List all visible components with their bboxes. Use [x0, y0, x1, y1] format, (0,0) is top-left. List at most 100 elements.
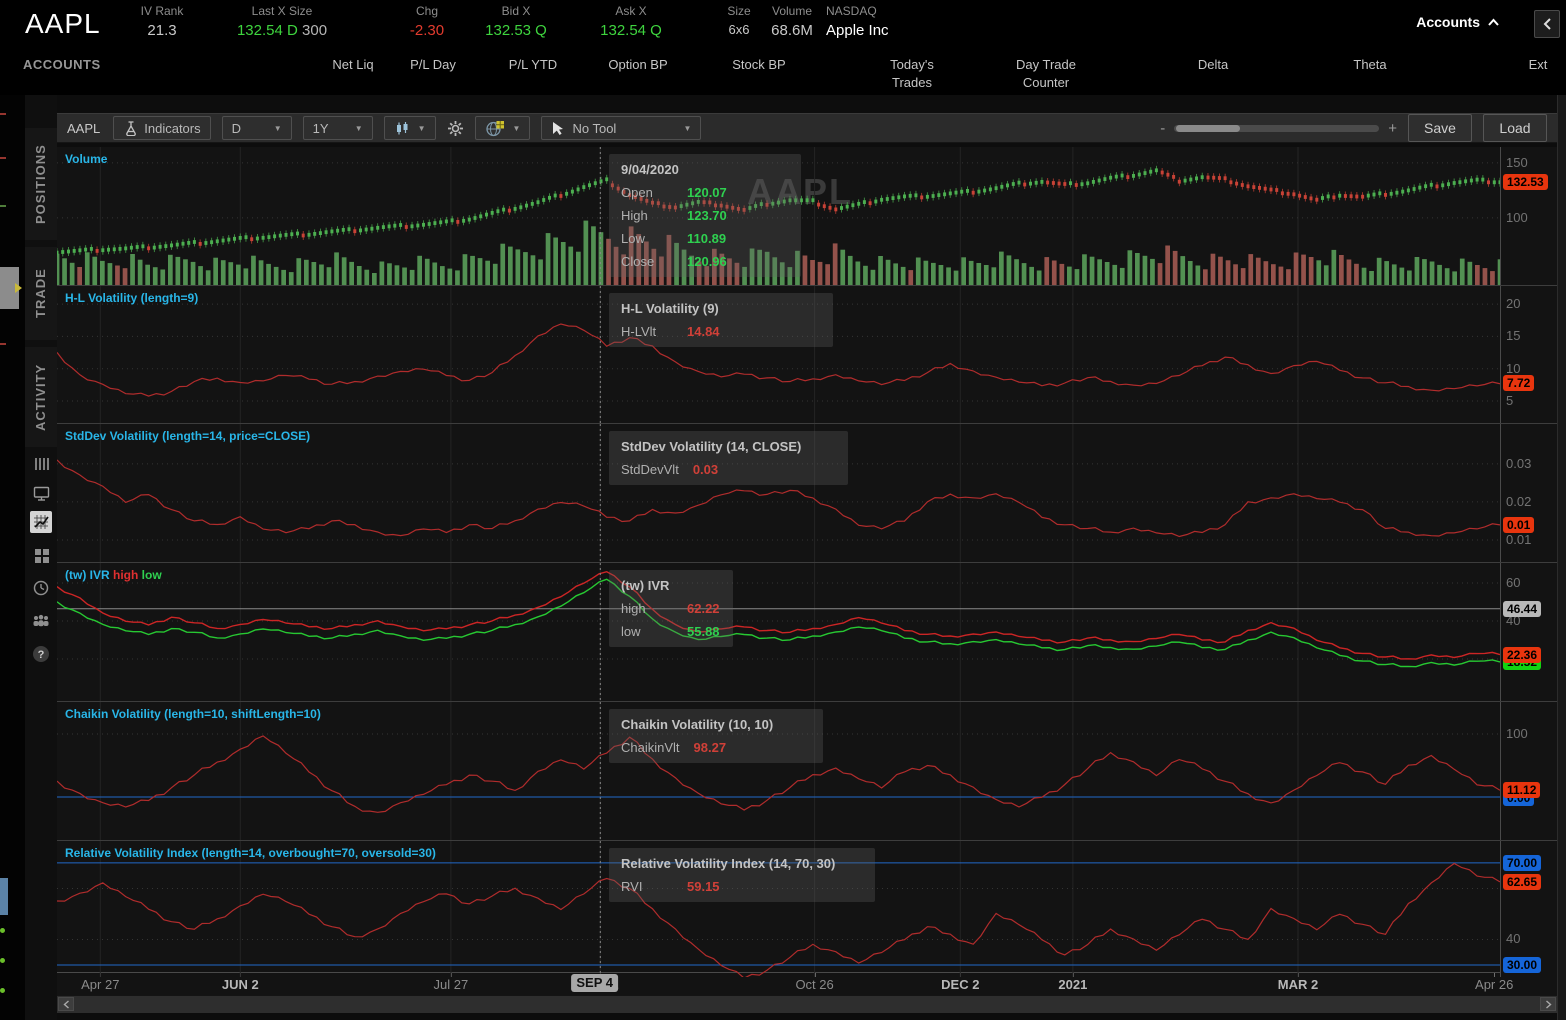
indicator-label-ivr[interactable]: (tw) IVR high low	[65, 568, 162, 582]
cursor-icon	[551, 121, 564, 136]
column-net-liq: Net Liq	[332, 56, 373, 74]
size-cell: Size 6x6	[727, 4, 750, 37]
chevron-down-icon: ▼	[355, 124, 363, 133]
time-label: 2021	[1058, 977, 1087, 992]
background-blue-block	[0, 878, 8, 915]
panel-ivr[interactable]: (tw) IVR high low(tw) IVRhigh62.22low55.…	[57, 563, 1557, 702]
indicator-label-stddev-volatility[interactable]: StdDev Volatility (length=14, price=CLOS…	[65, 429, 310, 443]
price-axis-chaikin-volatility[interactable]: 1000.0011.12	[1500, 702, 1557, 840]
vertical-scrollbar-strip[interactable]	[1557, 95, 1566, 1020]
panel-volume[interactable]: AAPLVolume9/04/2020Open120.07High123.70L…	[57, 147, 1557, 286]
chart-toolbar: AAPL Indicators D▼ 1Y▼ ▼ ▼	[57, 113, 1557, 143]
history-clock-icon[interactable]	[30, 577, 52, 599]
help-icon[interactable]: ?	[30, 643, 52, 665]
gear-icon	[447, 120, 464, 137]
scroll-left-button[interactable]	[58, 997, 74, 1011]
column-todays-trades: Today's Trades	[879, 56, 945, 91]
indicator-label-volume[interactable]: Volume	[65, 152, 107, 166]
save-button[interactable]: Save	[1408, 114, 1472, 142]
panel-chaikin-volatility[interactable]: Chaikin Volatility (length=10, shiftLeng…	[57, 702, 1557, 841]
axis-tick: 60	[1506, 575, 1520, 590]
period-dropdown[interactable]: D▼	[222, 116, 292, 140]
panel-rvi[interactable]: Relative Volatility Index (length=14, ov…	[57, 841, 1557, 978]
accounts-section-label: ACCOUNTS	[23, 56, 101, 74]
crosshair-tooltip-hl-volatility: H-L Volatility (9)H-LVlt14.84	[609, 293, 833, 347]
load-button[interactable]: Load	[1483, 114, 1547, 142]
ask-cell: Ask X 132.54 Q	[600, 4, 662, 39]
column-day-trade-counter: Day Trade Counter	[1004, 56, 1088, 91]
crosshair-date-badge: SEP 4	[571, 974, 618, 992]
chart-type-dropdown[interactable]: ▼	[384, 116, 436, 140]
axis-value-badge: 46.44	[1503, 601, 1541, 617]
column-stock-bp: Stock BP	[732, 56, 785, 74]
axis-tick: 20	[1506, 296, 1520, 311]
price-axis-stddev-volatility[interactable]: 0.030.020.010.01	[1500, 424, 1557, 562]
indicators-button[interactable]: Indicators	[113, 116, 210, 140]
symbol-title: AAPL	[25, 8, 101, 40]
axis-value-badge: 132.53	[1503, 174, 1548, 190]
chevron-left-icon	[1542, 17, 1552, 31]
zoom-out-button[interactable]: -	[1160, 120, 1165, 137]
indicator-label-rvi[interactable]: Relative Volatility Index (length=14, ov…	[65, 846, 436, 860]
tab-positions[interactable]: POSITIONS	[25, 128, 57, 240]
panel-hl-volatility[interactable]: H-L Volatility (length=9) H-L Volatility …	[57, 286, 1557, 424]
community-people-icon[interactable]	[30, 610, 52, 632]
accounts-menu-button[interactable]: Accounts	[1416, 14, 1500, 30]
panels: AAPLVolume9/04/2020Open120.07High123.70L…	[57, 147, 1557, 978]
chevron-down-icon: ▼	[513, 124, 521, 133]
zoom-in-button[interactable]: +	[1388, 120, 1397, 137]
price-axis-hl-volatility[interactable]: 20151057.72	[1500, 286, 1557, 423]
time-label: MAR 2	[1278, 977, 1318, 992]
axis-value-badge: 70.00	[1503, 855, 1541, 871]
chevron-up-icon	[1487, 18, 1500, 27]
watchlist-icon[interactable]	[30, 453, 52, 475]
axis-tick: 0.02	[1506, 494, 1531, 509]
scroll-right-button[interactable]	[1540, 997, 1556, 1011]
quote-header: AAPL IV Rank 21.3 Last X Size 132.54 D 3…	[0, 0, 1566, 95]
tab-trade[interactable]: TRADE	[25, 247, 57, 340]
arrow-left-icon	[63, 1000, 70, 1009]
indicator-label-chaikin-volatility[interactable]: Chaikin Volatility (length=10, shiftLeng…	[65, 707, 321, 721]
grid-layout-icon[interactable]	[30, 544, 52, 566]
indicator-label-hl-volatility[interactable]: H-L Volatility (length=9)	[65, 291, 198, 305]
price-axis-volume[interactable]: 150100132.53	[1500, 147, 1557, 285]
grid-layout-dropdown[interactable]: ▼	[475, 116, 531, 140]
tab-activity[interactable]: ACTIVITY	[25, 347, 57, 447]
price-axis-rvi[interactable]: 4070.0062.6530.00	[1500, 841, 1557, 977]
axis-tick: 0.01	[1506, 532, 1531, 547]
panel-stddev-volatility[interactable]: StdDev Volatility (length=14, price=CLOS…	[57, 424, 1557, 563]
collapse-panel-button[interactable]	[1534, 10, 1560, 38]
flask-icon	[123, 120, 138, 136]
volume-cell: Volume 68.6M	[771, 4, 813, 39]
globe-grid-icon	[485, 120, 505, 137]
axis-tick: 10	[1506, 361, 1520, 376]
axis-value-badge: 22.36	[1503, 647, 1541, 663]
axis-value-badge: 0.01	[1503, 517, 1534, 533]
bid-cell: Bid X 132.53 Q	[485, 4, 547, 39]
axis-value-badge: 11.12	[1503, 782, 1540, 798]
crosshair-tooltip-chaikin-volatility: Chaikin Volatility (10, 10)ChaikinVlt98.…	[609, 709, 823, 763]
time-label: JUN 2	[222, 977, 259, 992]
time-label: Apr 27	[81, 977, 119, 992]
column-pl-day: P/L Day	[410, 56, 456, 74]
axis-tick: 5	[1506, 393, 1513, 408]
horizontal-scrollbar[interactable]	[57, 995, 1557, 1013]
axis-tick: 100	[1506, 726, 1528, 741]
left-tab-rail: POSITIONS TRADE ACTIVITY ?	[25, 95, 57, 1020]
axis-value-badge: 30.00	[1503, 957, 1541, 973]
zoom-slider[interactable]	[1174, 125, 1379, 132]
zoom-slider-handle[interactable]	[1176, 125, 1240, 132]
price-axis-ivr[interactable]: 604046.4418.5222.36	[1500, 563, 1557, 701]
charts-icon[interactable]	[30, 511, 52, 533]
background-window-sliver	[0, 95, 25, 1020]
iv-rank-cell: IV Rank 21.3	[141, 4, 184, 39]
range-dropdown[interactable]: 1Y▼	[303, 116, 373, 140]
background-arrow	[15, 283, 22, 293]
change-cell: Chg -2.30	[410, 4, 444, 39]
drawing-tool-dropdown[interactable]: No Tool ▼	[541, 116, 701, 140]
candlestick-icon	[394, 121, 410, 136]
chevron-down-icon: ▼	[418, 124, 426, 133]
chart-settings-button[interactable]	[447, 120, 464, 137]
monitor-icon[interactable]	[30, 482, 52, 504]
axis-tick: 150	[1506, 155, 1528, 170]
